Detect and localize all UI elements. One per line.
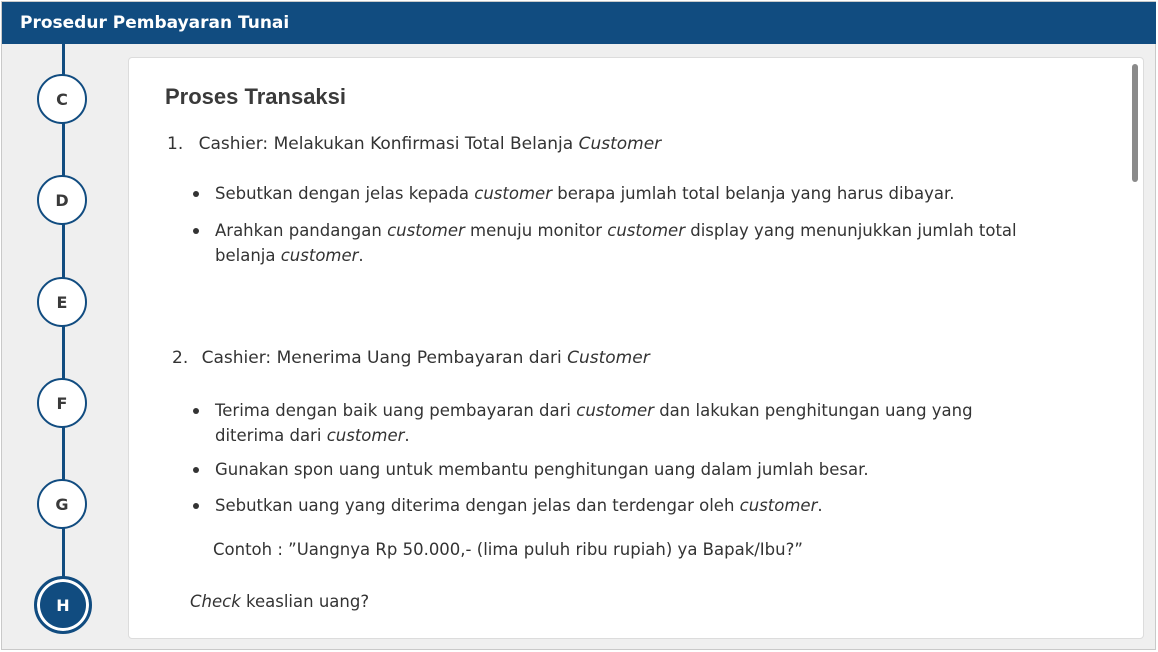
bullet-text: . xyxy=(817,496,823,515)
list-item: Sebutkan dengan jelas kepada customer be… xyxy=(193,181,955,206)
scrollbar-thumb[interactable] xyxy=(1132,64,1138,182)
section-1-heading-text: Cashier: Melakukan Konfirmasi Total Bela… xyxy=(198,134,579,154)
bullet-italic: customer xyxy=(326,426,405,445)
check-italic: Check xyxy=(190,592,241,611)
card-title: Proses Transaksi xyxy=(165,84,347,109)
section-2-heading-italic: Customer xyxy=(567,348,650,368)
bullet-dot xyxy=(193,228,199,234)
bullet-text: belanja xyxy=(215,246,281,265)
window-title: Prosedur Pembayaran Tunai xyxy=(2,2,1156,44)
example-text: Contoh : ”Uangnya Rp 50.000,- (lima pulu… xyxy=(213,540,803,559)
list-item: Arahkan pandangan customer menuju monito… xyxy=(193,218,1095,268)
bullet-text: . xyxy=(404,426,410,445)
bullet-italic: customer xyxy=(739,496,818,515)
bullet-text: . xyxy=(358,246,364,265)
bullet-italic: customer xyxy=(607,221,685,240)
step-h-button-active[interactable]: H xyxy=(34,576,92,634)
bullet-text: Gunakan spon uang untuk membantu penghit… xyxy=(215,460,869,479)
bullet-dot xyxy=(193,191,199,197)
step-g-button[interactable]: G xyxy=(37,479,87,529)
bullet-text: menuju monitor xyxy=(464,221,608,240)
bullet-italic: customer xyxy=(474,184,552,203)
timeline-line xyxy=(62,44,65,624)
check-rest: keaslian uang? xyxy=(240,592,370,611)
content-card: Proses Transaksi 1. Cashier: Melakukan K… xyxy=(128,57,1144,639)
section-1-heading: 1. Cashier: Melakukan Konfirmasi Total B… xyxy=(167,134,661,154)
bullet-dot xyxy=(193,503,199,509)
content-body: Proses Transaksi 1. Cashier: Melakukan K… xyxy=(165,84,1095,611)
bullet-text: Sebutkan dengan jelas kepada xyxy=(215,184,475,203)
section-2-number: 2. xyxy=(172,348,189,368)
bullet-dot xyxy=(193,467,199,473)
section-1-heading-italic: Customer xyxy=(578,134,662,154)
section-1-number: 1. xyxy=(167,134,184,154)
section-2-heading-text: Cashier: Menerima Uang Pembayaran dari xyxy=(201,348,568,368)
bullet-text: berapa jumlah total belanja yang harus d… xyxy=(551,184,955,203)
bullet-italic: customer xyxy=(280,246,359,265)
bullet-dot xyxy=(193,408,199,414)
bullet-text: dan lakukan penghitungan uang yang xyxy=(653,401,973,420)
bullet-text: Terima dengan baik uang pembayaran dari xyxy=(215,401,577,420)
step-d-button[interactable]: D xyxy=(37,175,87,225)
section-2-heading: 2. Cashier: Menerima Uang Pembayaran dar… xyxy=(172,348,650,368)
list-item: Terima dengan baik uang pembayaran dari … xyxy=(193,398,1095,448)
bullet-text: Arahkan pandangan xyxy=(215,221,388,240)
check-note: Check keaslian uang? xyxy=(190,592,369,611)
bullet-text: display yang menunjukkan jumlah total xyxy=(684,221,1017,240)
step-c-button[interactable]: C xyxy=(37,74,87,124)
bullet-text: diterima dari xyxy=(215,426,327,445)
list-item: Sebutkan uang yang diterima dengan jelas… xyxy=(193,493,823,518)
step-e-button[interactable]: E xyxy=(37,277,87,327)
bullet-italic: customer xyxy=(387,221,465,240)
step-f-button[interactable]: F xyxy=(37,378,87,428)
bullet-italic: customer xyxy=(576,401,654,420)
bullet-text: Sebutkan uang yang diterima dengan jelas… xyxy=(215,496,740,515)
list-item: Gunakan spon uang untuk membantu penghit… xyxy=(193,457,869,482)
